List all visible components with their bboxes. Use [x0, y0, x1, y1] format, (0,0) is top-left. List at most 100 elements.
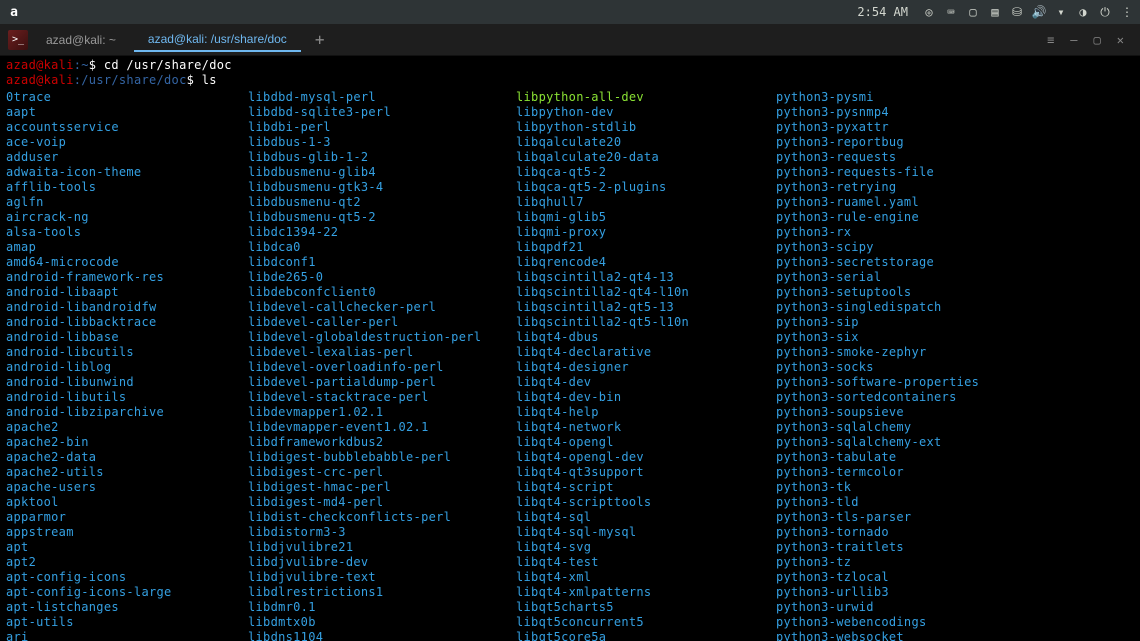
list-item: afflib-tools [6, 180, 248, 195]
list-item: aapt [6, 105, 248, 120]
list-item: libdevel-callchecker-perl [248, 300, 516, 315]
list-item: apache2-data [6, 450, 248, 465]
list-item: libdns1104 [248, 630, 516, 641]
terminal-body[interactable]: azad@kali:~$ cd /usr/share/doc azad@kali… [0, 56, 1140, 641]
list-item: libpython-all-dev [516, 90, 776, 105]
list-item: libdevel-overloadinfo-perl [248, 360, 516, 375]
list-item: python3-sqlalchemy-ext [776, 435, 1134, 450]
add-tab-button[interactable]: + [305, 26, 335, 53]
list-item: libde265-0 [248, 270, 516, 285]
list-item: android-libbacktrace [6, 315, 248, 330]
window-controls: ≡ — ▢ ✕ [1047, 33, 1132, 47]
list-item: python3-requests [776, 150, 1134, 165]
list-item: ari [6, 630, 248, 641]
list-item: libqca-qt5-2-plugins [516, 180, 776, 195]
list-item: python3-socks [776, 360, 1134, 375]
list-item: libqscintilla2-qt5-13 [516, 300, 776, 315]
list-item: libqt4-help [516, 405, 776, 420]
list-item: python3-retrying [776, 180, 1134, 195]
list-item: amd64-microcode [6, 255, 248, 270]
list-item: libdmr0.1 [248, 600, 516, 615]
settings-icon[interactable]: ◑ [1076, 5, 1090, 19]
tab-doc[interactable]: azad@kali: /usr/share/doc [134, 28, 301, 52]
list-item: libqt4-script [516, 480, 776, 495]
close-button[interactable]: ✕ [1117, 33, 1124, 47]
list-item: libqt4-sql-mysql [516, 525, 776, 540]
terminal-tabbar: >_ azad@kali: ~ azad@kali: /usr/share/do… [0, 24, 1140, 56]
list-item: libdjvulibre-text [248, 570, 516, 585]
prompt-line-1: azad@kali:~$ cd /usr/share/doc [6, 58, 1134, 73]
list-item: libdbusmenu-gtk3-4 [248, 180, 516, 195]
ls-column-3: libpython-all-devlibpython-devlibpython-… [516, 90, 776, 641]
list-item: apache2-bin [6, 435, 248, 450]
list-item: libdca0 [248, 240, 516, 255]
list-item: apt2 [6, 555, 248, 570]
list-item: libdbusmenu-qt2 [248, 195, 516, 210]
menu-dots-icon[interactable]: ⋮ [1120, 5, 1134, 19]
chrome-icon[interactable]: ◎ [922, 5, 936, 19]
list-item: libqalculate20 [516, 135, 776, 150]
list-item: python3-tz [776, 555, 1134, 570]
clock[interactable]: 2:54 AM [857, 5, 908, 19]
list-item: alsa-tools [6, 225, 248, 240]
keyboard-icon[interactable]: ⌨ [944, 5, 958, 19]
list-item: libqscintilla2-qt5-l10n [516, 315, 776, 330]
list-item: python3-urllib3 [776, 585, 1134, 600]
display-icon[interactable]: ▢ [966, 5, 980, 19]
list-item: android-libutils [6, 390, 248, 405]
list-item: apktool [6, 495, 248, 510]
list-item: python3-webencodings [776, 615, 1134, 630]
list-item: libqt4-qt3support [516, 465, 776, 480]
minimize-button[interactable]: — [1070, 33, 1077, 47]
window-menu-icon[interactable]: ≡ [1047, 33, 1054, 47]
list-item: python3-traitlets [776, 540, 1134, 555]
list-item: libdigest-hmac-perl [248, 480, 516, 495]
list-item: libdmtx0b [248, 615, 516, 630]
list-item: apparmor [6, 510, 248, 525]
list-item: android-libaapt [6, 285, 248, 300]
list-item: python3-pyxattr [776, 120, 1134, 135]
list-item: apt [6, 540, 248, 555]
list-item: libdevel-stacktrace-perl [248, 390, 516, 405]
tab-home[interactable]: azad@kali: ~ [32, 29, 130, 51]
list-item: python3-secretstorage [776, 255, 1134, 270]
list-item: python3-serial [776, 270, 1134, 285]
list-item: 0trace [6, 90, 248, 105]
volume-icon[interactable]: 🔊 [1032, 5, 1046, 19]
list-item: libdlrestrictions1 [248, 585, 516, 600]
list-item: libdist-checkconflicts-perl [248, 510, 516, 525]
list-item: libqt4-dbus [516, 330, 776, 345]
list-item: libdevmapper1.02.1 [248, 405, 516, 420]
app-menu-icon[interactable]: a [6, 4, 22, 20]
list-item: python3-tabulate [776, 450, 1134, 465]
list-item: libdbusmenu-glib4 [248, 165, 516, 180]
terminal-app-icon[interactable]: >_ [8, 30, 28, 50]
clipboard-icon[interactable]: ▤ [988, 5, 1002, 19]
list-item: python3-websocket [776, 630, 1134, 641]
list-item: libdc1394-22 [248, 225, 516, 240]
list-item: libdigest-md4-perl [248, 495, 516, 510]
disk-icon[interactable]: ⛁ [1010, 5, 1024, 19]
ls-output: 0traceaaptaccountsserviceace-voipadduser… [6, 90, 1134, 641]
list-item: libqscintilla2-qt4-l10n [516, 285, 776, 300]
list-item: libdigest-crc-perl [248, 465, 516, 480]
list-item: libqscintilla2-qt4-13 [516, 270, 776, 285]
list-item: python3-sip [776, 315, 1134, 330]
list-item: adduser [6, 150, 248, 165]
list-item: apt-utils [6, 615, 248, 630]
list-item: libdbi-perl [248, 120, 516, 135]
list-item: libqt4-test [516, 555, 776, 570]
list-item: libdevel-lexalias-perl [248, 345, 516, 360]
power-icon[interactable]: ⏻ [1098, 5, 1112, 19]
chevron-down-icon[interactable]: ▾ [1054, 5, 1068, 19]
list-item: android-libziparchive [6, 405, 248, 420]
list-item: android-libcutils [6, 345, 248, 360]
list-item: libqt4-xml [516, 570, 776, 585]
list-item: python3-pysnmp4 [776, 105, 1134, 120]
list-item: android-libunwind [6, 375, 248, 390]
list-item: libqt4-svg [516, 540, 776, 555]
maximize-button[interactable]: ▢ [1094, 33, 1101, 47]
list-item: libdevel-globaldestruction-perl [248, 330, 516, 345]
list-item: libqhull7 [516, 195, 776, 210]
list-item: libqt5charts5 [516, 600, 776, 615]
